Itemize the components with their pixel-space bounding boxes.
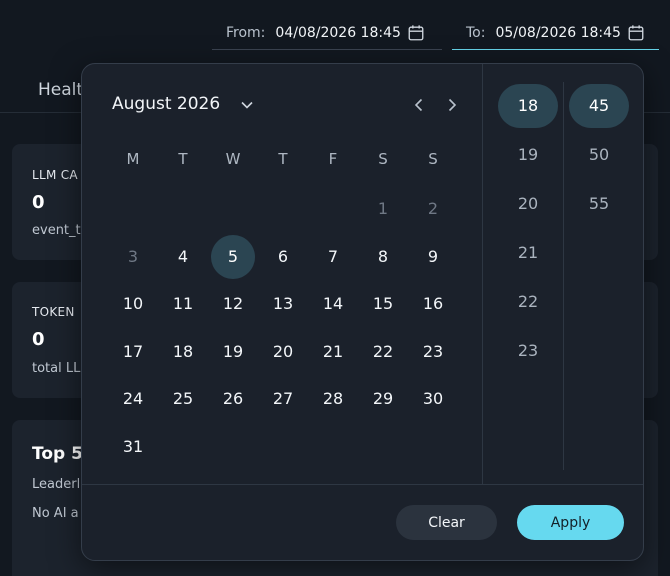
day-cell[interactable]: 18 xyxy=(161,330,205,374)
month-label[interactable]: August 2026 xyxy=(112,94,220,114)
clear-button[interactable]: Clear xyxy=(396,505,497,540)
to-label: To: xyxy=(466,24,486,41)
column-divider xyxy=(563,82,564,470)
weekday-label: F xyxy=(328,150,338,168)
day-cell[interactable]: 6 xyxy=(261,235,305,279)
day-cell[interactable]: 1 xyxy=(361,187,405,231)
day-cell[interactable]: 4 xyxy=(161,235,205,279)
card-value: 0 xyxy=(32,192,45,213)
day-cell[interactable]: 31 xyxy=(111,425,155,469)
empty-state-text: No AI a xyxy=(32,506,79,521)
day-cell[interactable]: 9 xyxy=(411,235,455,279)
column-divider xyxy=(482,64,483,484)
day-cell[interactable]: 26 xyxy=(211,377,255,421)
date-time-picker: August 2026 MTWTFSS 1 2 3 4 5 6 7 8 9 10 11 12 13 14 1… xyxy=(81,63,644,561)
day-cell[interactable]: 30 xyxy=(411,377,455,421)
day-cell[interactable]: 14 xyxy=(311,282,355,326)
weekday-label: S xyxy=(428,150,438,168)
day-cell[interactable]: 13 xyxy=(261,282,305,326)
hour-option[interactable]: 19 xyxy=(498,133,558,177)
day-cell[interactable]: 7 xyxy=(311,235,355,279)
day-cell[interactable]: 12 xyxy=(211,282,255,326)
day-cell[interactable]: 27 xyxy=(261,377,305,421)
tab-health[interactable]: Healt xyxy=(38,80,83,100)
card-title: LLM CA xyxy=(32,168,78,182)
minute-option[interactable]: 45 xyxy=(569,84,629,128)
day-cell[interactable]: 10 xyxy=(111,282,155,326)
day-cell[interactable]: 2 xyxy=(411,187,455,231)
day-cell[interactable]: 17 xyxy=(111,330,155,374)
apply-button[interactable]: Apply xyxy=(517,505,624,540)
day-cell[interactable]: 11 xyxy=(161,282,205,326)
weekday-label: T xyxy=(178,150,188,168)
calendar-icon[interactable] xyxy=(407,24,425,42)
weekday-label: T xyxy=(278,150,288,168)
day-cell[interactable]: 20 xyxy=(261,330,305,374)
card-title: TOKEN xyxy=(32,305,75,319)
card-subtitle: Leaderl xyxy=(32,477,81,492)
footer-divider xyxy=(82,484,643,485)
day-cell[interactable]: 25 xyxy=(161,377,205,421)
hour-option[interactable]: 20 xyxy=(498,182,558,226)
hour-option[interactable]: 23 xyxy=(498,329,558,373)
day-cell[interactable]: 15 xyxy=(361,282,405,326)
card-subtitle: total LL xyxy=(32,361,81,376)
day-cell[interactable]: 28 xyxy=(311,377,355,421)
day-cell[interactable]: 23 xyxy=(411,330,455,374)
chevron-left-icon[interactable] xyxy=(411,97,427,113)
day-cell[interactable]: 19 xyxy=(211,330,255,374)
day-cell[interactable]: 29 xyxy=(361,377,405,421)
day-cell[interactable]: 8 xyxy=(361,235,405,279)
day-cell[interactable]: 3 xyxy=(111,235,155,279)
day-cell[interactable]: 21 xyxy=(311,330,355,374)
to-value: 05/08/2026 18:45 xyxy=(495,24,621,41)
day-cell[interactable]: 24 xyxy=(111,377,155,421)
to-date-field[interactable]: To: 05/08/2026 18:45 xyxy=(452,16,659,50)
day-cell[interactable]: 22 xyxy=(361,330,405,374)
weekday-label: M xyxy=(126,150,140,168)
from-label: From: xyxy=(226,24,266,41)
day-cell-selected[interactable]: 5 xyxy=(211,235,255,279)
weekday-label: S xyxy=(378,150,388,168)
calendar-icon[interactable] xyxy=(627,24,645,42)
weekday-label: W xyxy=(225,150,241,168)
minute-option[interactable]: 50 xyxy=(569,133,629,177)
hour-option[interactable]: 18 xyxy=(498,84,558,128)
day-cell[interactable]: 16 xyxy=(411,282,455,326)
hour-option[interactable]: 22 xyxy=(498,280,558,324)
from-date-field[interactable]: From: 04/08/2026 18:45 xyxy=(212,16,442,50)
chevron-down-icon[interactable] xyxy=(240,98,254,112)
minute-option[interactable]: 55 xyxy=(569,182,629,226)
card-subtitle: event_t xyxy=(32,223,81,238)
hour-option[interactable]: 21 xyxy=(498,231,558,275)
card-value: 0 xyxy=(32,329,45,350)
card-title: Top 5 xyxy=(32,444,83,464)
from-value: 04/08/2026 18:45 xyxy=(275,24,401,41)
chevron-right-icon[interactable] xyxy=(444,97,460,113)
